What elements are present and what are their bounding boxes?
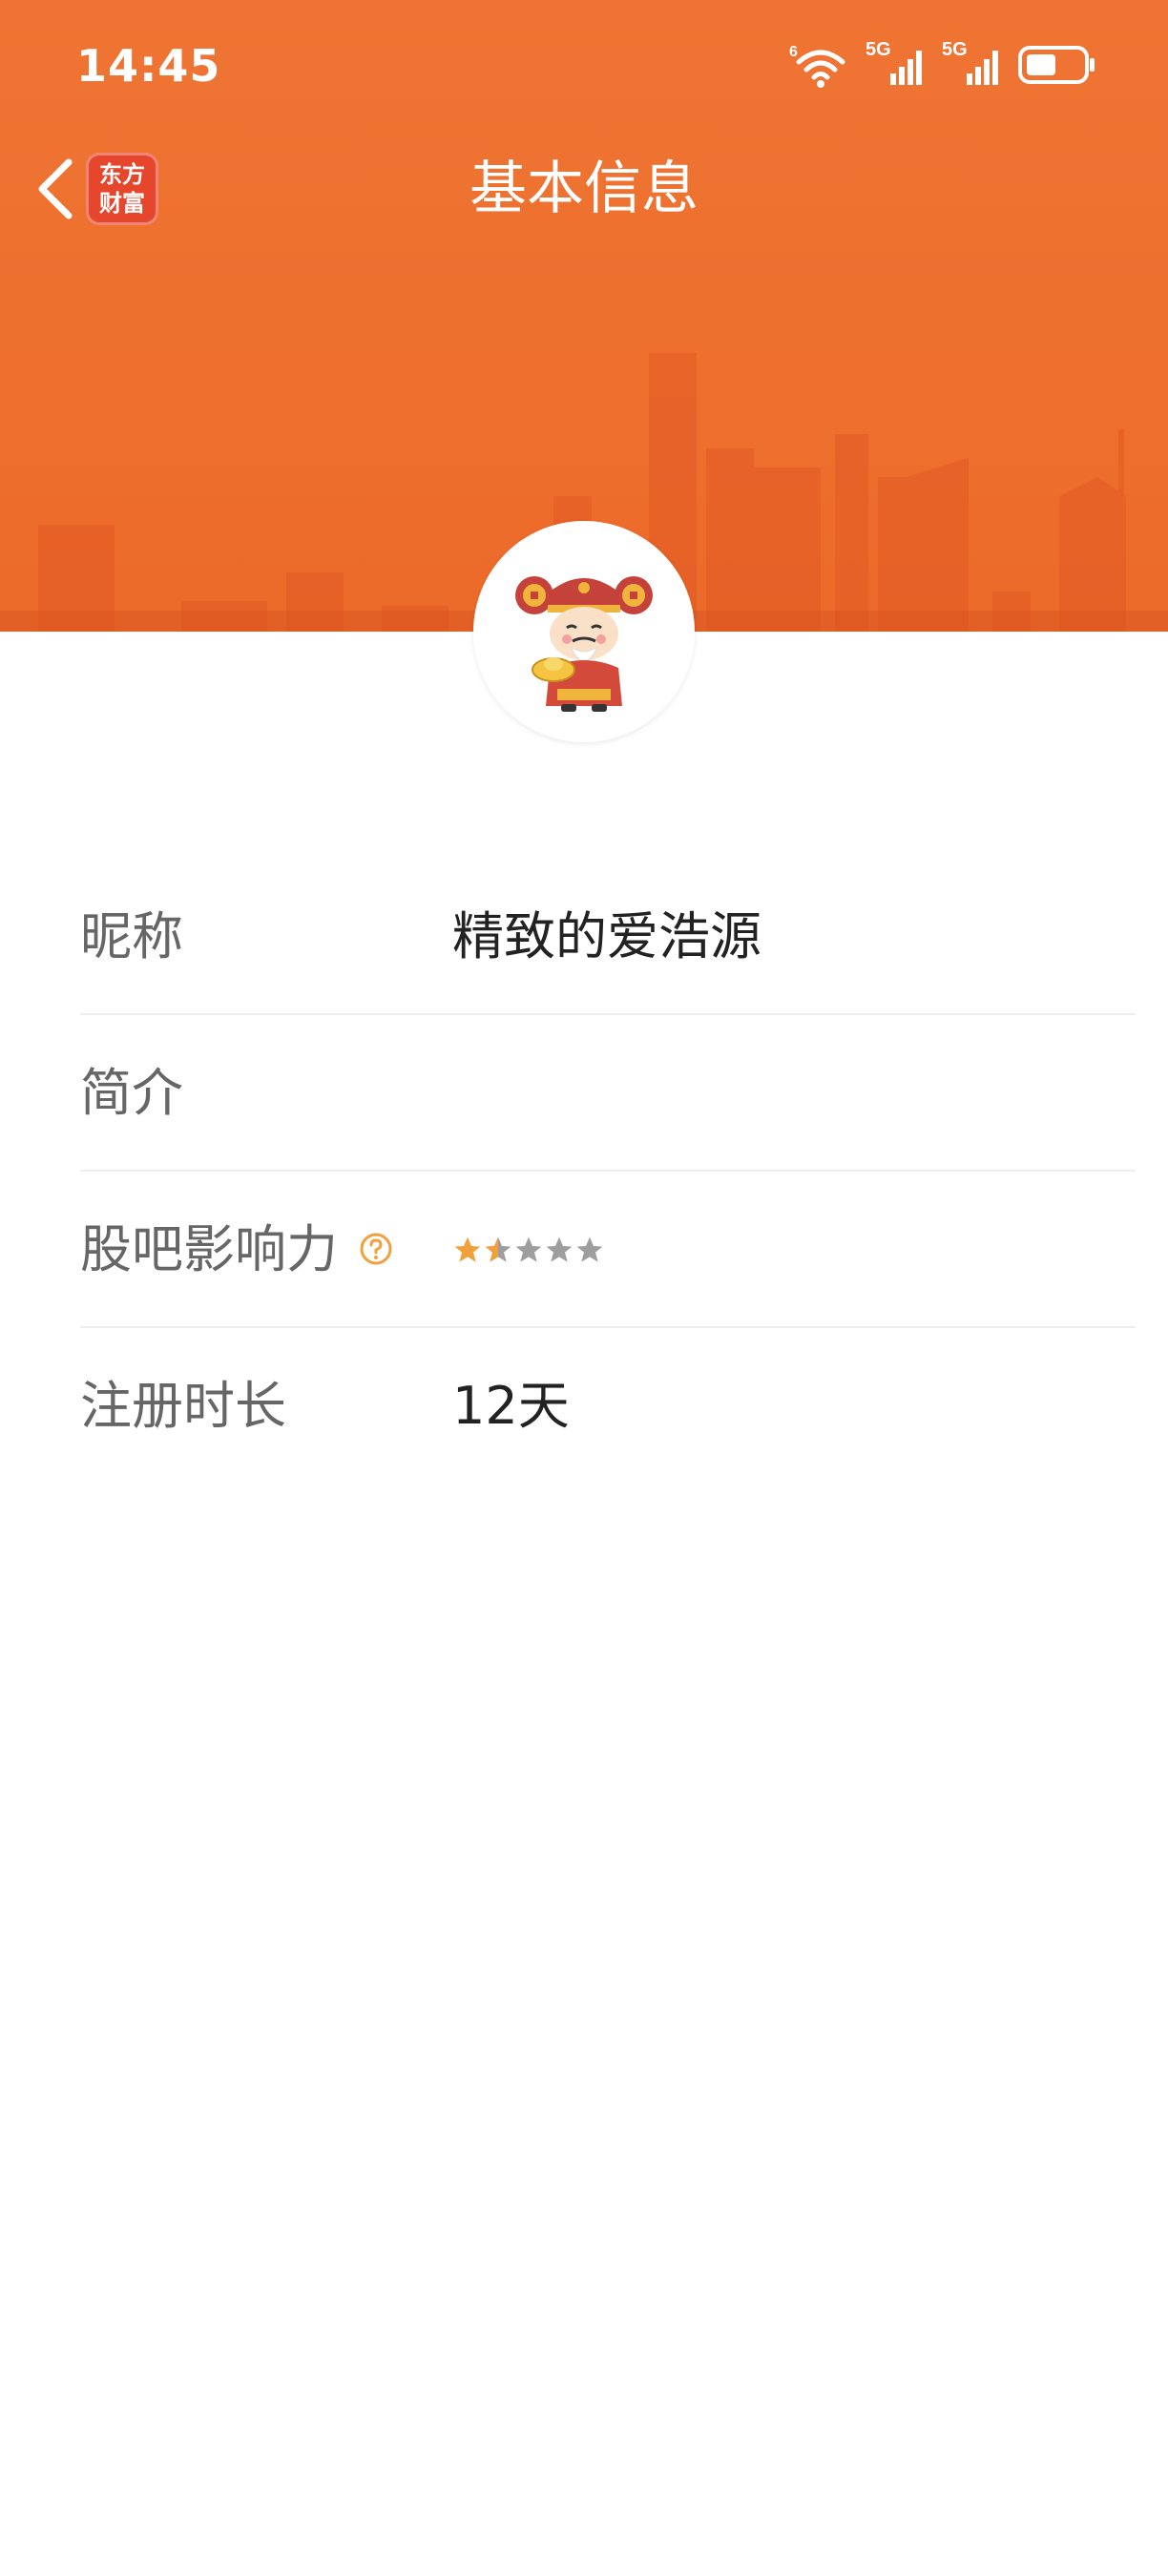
status-icons: 6 5G 5G	[789, 38, 1096, 92]
star-icon-empty	[515, 1236, 542, 1262]
nickname-row: 昵称 精致的爱浩源	[80, 859, 1136, 1015]
influence-label: 股吧影响力	[80, 1219, 338, 1279]
registration-duration-label: 注册时长	[80, 1376, 286, 1436]
star-icon-empty	[576, 1236, 603, 1262]
question-circle-icon[interactable]	[359, 1232, 393, 1266]
bio-label: 简介	[80, 1063, 183, 1123]
profile-info-list: 昵称 精致的爱浩源 简介 股吧影响力 注册时长 12天	[80, 859, 1136, 1485]
influence-rating	[452, 1172, 605, 1328]
star-icon-full	[454, 1236, 481, 1262]
registration-duration-value: 12天	[452, 1376, 570, 1436]
wifi-icon: 6	[789, 44, 845, 88]
caishen-avatar-icon	[515, 576, 653, 712]
signal-icon-1: 5G	[866, 39, 928, 89]
status-bar: 14:45 6 5G 5G	[0, 0, 1168, 134]
influence-label-wrap: 股吧影响力	[80, 1172, 393, 1328]
influence-row: 股吧影响力	[80, 1172, 1136, 1328]
status-time: 14:45	[76, 40, 221, 92]
registration-duration-row: 注册时长 12天	[80, 1328, 1136, 1485]
page-title: 基本信息	[469, 156, 699, 222]
star-icon-half	[485, 1236, 511, 1262]
bio-row: 简介	[80, 1015, 1136, 1172]
signal-icon-2: 5G	[942, 39, 1005, 89]
nickname-value: 精致的爱浩源	[452, 906, 761, 966]
star-icon-empty	[546, 1236, 573, 1262]
battery-icon	[1018, 46, 1095, 84]
wifi-badge: 6	[789, 44, 798, 60]
nickname-label: 昵称	[80, 906, 183, 966]
avatar[interactable]	[473, 521, 695, 742]
